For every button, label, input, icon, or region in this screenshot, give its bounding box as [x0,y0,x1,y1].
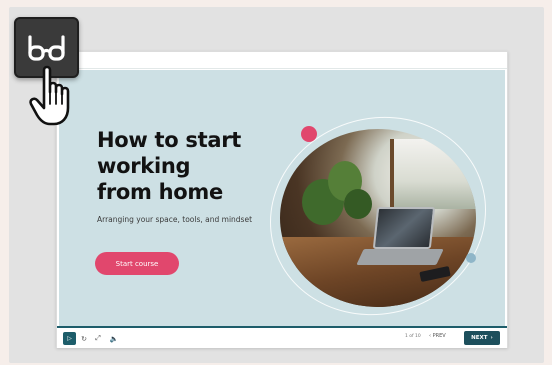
slide-title-line: from home [97,180,223,204]
prev-button-label: PREV [432,333,446,339]
hand-pointer-icon [29,65,70,126]
course-slide: How to start working from home Arranging… [59,70,505,326]
slide-title-line: working [97,154,191,178]
chevron-left-icon: ‹ [429,333,431,339]
prev-button[interactable]: ‹ PREV [429,333,446,339]
player-top-strip [57,52,507,69]
course-player: How to start working from home Arranging… [56,51,508,348]
slide-title-line: How to start [97,128,241,152]
page-indicator: 1 of 10 [405,334,421,339]
play-button[interactable]: ▷ [63,332,76,345]
next-button[interactable]: NEXT › [464,331,500,345]
volume-button[interactable]: 🔈 [109,332,119,345]
fullscreen-button[interactable]: ⤢ [93,332,103,345]
next-button-label: NEXT [471,335,488,341]
decorative-pink-dot [301,126,317,142]
replay-button[interactable]: ↻ [79,332,89,345]
slide-subtitle: Arranging your space, tools, and mindset [97,215,253,224]
player-controls: ▷ ↻ ⤢ 🔈 1 of 10 ‹ PREV NEXT › [57,328,507,348]
slide-title: How to start working from home [97,127,267,205]
decorative-blue-dot [466,253,476,263]
chevron-right-icon: › [490,335,493,341]
start-course-button[interactable]: Start course [95,252,179,275]
